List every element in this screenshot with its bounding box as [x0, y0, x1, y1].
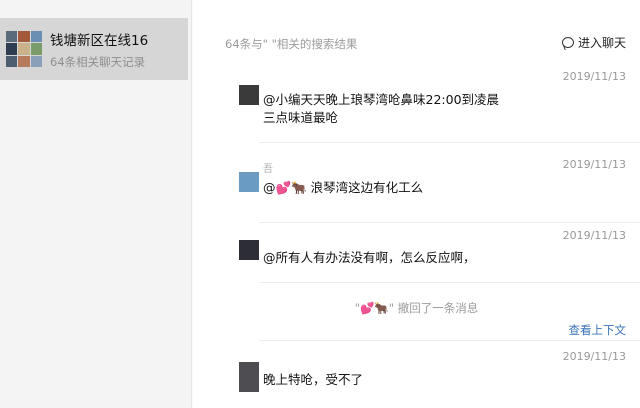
search-results-panel: 64条与" "相关的搜索结果 进入聊天 2019/11/13 @小编天天晚上琅琴…	[193, 0, 640, 408]
avatar-tile	[30, 55, 42, 67]
message-time: 2019/11/13	[562, 229, 626, 242]
divider	[259, 282, 640, 283]
avatar	[239, 362, 259, 392]
message-text: 晚上特呛，受不了	[263, 372, 364, 387]
results-title: 64条与" "相关的搜索结果	[225, 37, 358, 51]
view-context-link[interactable]: 查看上下文	[569, 322, 627, 338]
avatar	[239, 240, 259, 260]
divider	[259, 340, 640, 341]
chat-list-sidebar: 钱塘新区在线16 64条相关聊天记录	[0, 0, 192, 408]
message-time: 2019/11/13	[562, 70, 626, 83]
recall-notice: "💕🐂" 撤回了一条消息	[193, 300, 640, 316]
avatar-tile	[18, 55, 30, 67]
message-time: 2019/11/13	[562, 158, 626, 171]
avatar	[239, 172, 259, 192]
heart-emoji-icon: 💕	[275, 180, 292, 195]
ox-emoji-icon: 🐂	[291, 180, 307, 195]
message-sender: 吾	[263, 164, 273, 175]
chat-name: 钱塘新区在线16	[50, 32, 149, 49]
avatar-tile	[6, 43, 18, 55]
message-text: @所有人有办法没有啊，怎么反应啊，	[263, 250, 476, 265]
chat-result-count: 64条相关聊天记录	[50, 54, 146, 69]
avatar-tile	[6, 31, 18, 43]
chat-info: 钱塘新区在线16 64条相关聊天记录	[50, 29, 148, 70]
chat-list-item[interactable]: 钱塘新区在线16 64条相关聊天记录	[0, 18, 188, 80]
divider	[259, 222, 640, 223]
avatar-tile	[30, 31, 42, 43]
chat-bubble-icon	[561, 37, 574, 48]
message-text: @小编天天晚上琅琴湾呛鼻味22:00到凌晨	[263, 92, 500, 107]
enter-chat-label: 进入聊天	[577, 36, 626, 50]
avatar-tile	[18, 43, 30, 55]
divider	[259, 142, 640, 143]
ox-emoji-icon: 🐂	[374, 301, 389, 315]
message-time: 2019/11/13	[562, 350, 626, 363]
message-body: 浪琴湾这边有化工么	[306, 180, 424, 195]
group-avatar	[6, 31, 42, 67]
message-text: @💕🐂 浪琴湾这边有化工么	[263, 178, 423, 198]
mention-prefix: @	[263, 180, 276, 195]
avatar-tile	[6, 55, 18, 67]
message-text: 三点味道最呛	[263, 110, 339, 125]
recall-text: 撤回了一条消息	[394, 301, 479, 315]
avatar	[239, 85, 259, 105]
avatar-tile	[30, 43, 42, 55]
enter-chat-button[interactable]: 进入聊天	[561, 34, 626, 51]
avatar-tile	[18, 31, 30, 43]
results-header: 64条与" "相关的搜索结果 进入聊天	[193, 0, 640, 64]
heart-emoji-icon: 💕	[360, 301, 375, 315]
